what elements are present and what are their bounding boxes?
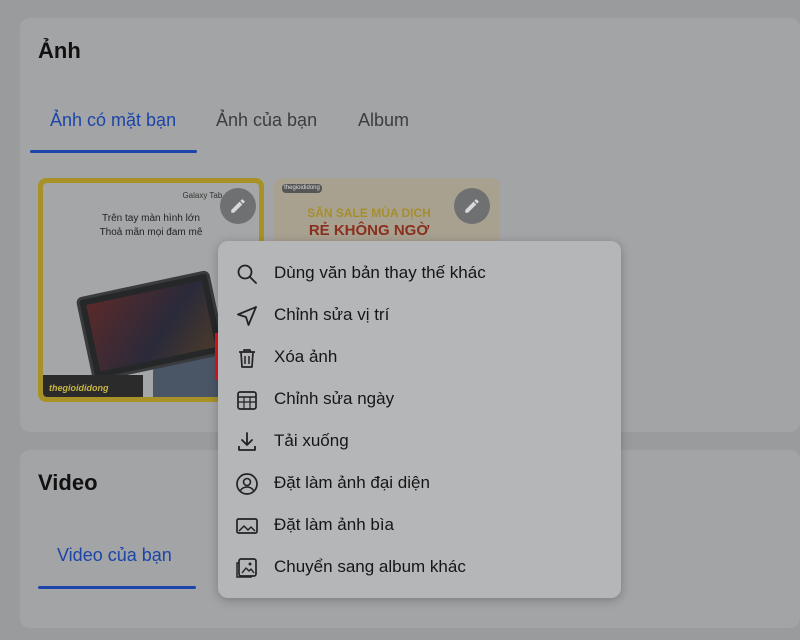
active-tab-underline — [38, 586, 196, 589]
menu-item-label: Chuyển sang album khác — [274, 557, 466, 576]
menu-item-move-album[interactable]: Chuyển sang album khác — [218, 547, 621, 589]
video-title: Video — [38, 470, 98, 495]
tab-albums[interactable]: Album — [358, 110, 409, 131]
profile-icon — [236, 473, 258, 495]
search-icon — [237, 264, 257, 284]
pencil-icon — [465, 199, 479, 213]
trash-icon — [239, 349, 255, 368]
tab-your-videos[interactable]: Video của bạn — [57, 545, 172, 566]
menu-item-label: Đặt làm ảnh bìa — [274, 515, 395, 534]
pencil-icon — [231, 199, 245, 213]
download-icon — [238, 432, 256, 451]
location-arrow-icon — [237, 306, 257, 326]
edit-photo-button[interactable] — [454, 188, 490, 224]
photo-caption-line: Thoả mãn mọi đam mê — [99, 227, 203, 238]
menu-item-label: Chỉnh sửa vị trí — [274, 305, 390, 324]
calendar-icon — [237, 391, 257, 410]
tab-your-photos[interactable]: Ảnh của bạn — [216, 110, 317, 131]
menu-item-alt-text[interactable]: Dùng văn bản thay thế khác — [218, 253, 621, 295]
menu-item-label: Xóa ảnh — [274, 347, 338, 366]
photo-logo: thegioididong — [49, 383, 109, 393]
photos-title: Ảnh — [38, 38, 81, 63]
menu-item-set-cover-photo[interactable]: Đặt làm ảnh bìa — [218, 505, 621, 547]
menu-item-edit-location[interactable]: Chỉnh sửa vị trí — [218, 295, 621, 337]
active-tab-underline — [30, 150, 197, 153]
menu-item-label: Dùng văn bản thay thế khác — [274, 263, 486, 282]
menu-item-label: Đặt làm ảnh đại diện — [274, 473, 430, 492]
menu-item-label: Tải xuống — [274, 431, 349, 450]
menu-item-download[interactable]: Tải xuống — [218, 421, 621, 463]
menu-item-set-profile-picture[interactable]: Đặt làm ảnh đại diện — [218, 463, 621, 505]
tab-photos-of-you[interactable]: Ảnh có mặt bạn — [50, 110, 176, 131]
photo-context-menu: Dùng văn bản thay thế khác Chỉnh sửa vị … — [218, 241, 621, 598]
edit-photo-button[interactable] — [220, 188, 256, 224]
photo-caption-line: SĂN SALE MÙA DỊCH — [307, 206, 431, 220]
image-icon — [236, 518, 258, 534]
photo-logo: thegioididong — [282, 184, 322, 193]
menu-item-delete-photo[interactable]: Xóa ảnh — [218, 337, 621, 379]
menu-item-label: Chỉnh sửa ngày — [274, 389, 395, 408]
photo-caption-line: RẺ KHÔNG NGỜ — [308, 222, 430, 239]
album-move-icon — [236, 558, 257, 578]
menu-item-edit-date[interactable]: Chỉnh sửa ngày — [218, 379, 621, 421]
